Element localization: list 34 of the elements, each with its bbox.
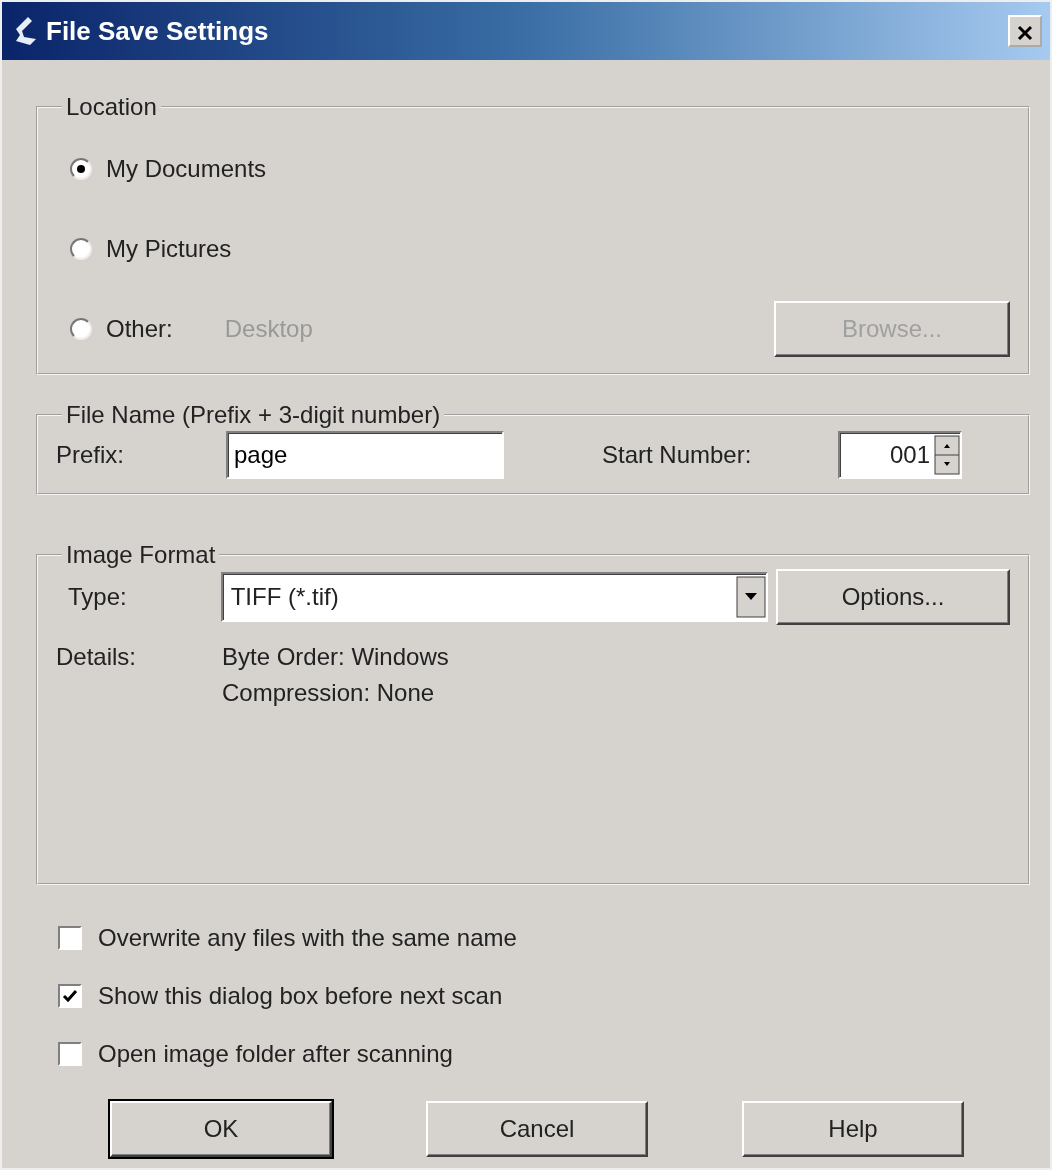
radio-button[interactable] <box>70 158 92 180</box>
spin-arrows-icon <box>934 435 960 475</box>
field-label: Type: <box>67 582 128 612</box>
start-number-spinner[interactable]: 001 <box>838 431 962 479</box>
radio-label[interactable]: My Documents <box>106 151 267 187</box>
radio-label[interactable]: My Pictures <box>106 231 232 267</box>
checkbox-label[interactable]: Overwrite any files with the same name <box>98 920 517 956</box>
detail-text: Compression: None <box>222 678 436 708</box>
group-title: Image Format <box>65 543 217 567</box>
dialog-button[interactable]: Cancel <box>426 1101 648 1157</box>
group-title: Location <box>65 95 158 119</box>
close-icon <box>1016 23 1034 42</box>
close-button[interactable] <box>1008 15 1042 47</box>
type-dropdown[interactable]: TIFF (*.tif) <box>220 572 768 622</box>
field-label: Start Number: <box>602 440 753 470</box>
radio-button[interactable] <box>70 318 92 340</box>
folder-path: Desktop <box>224 314 313 344</box>
options-button[interactable]: Options... <box>776 569 1010 625</box>
checkbox-label[interactable]: Show this dialog box before next scan <box>98 978 503 1014</box>
dialog-button[interactable]: Help <box>742 1101 964 1157</box>
field-label: Prefix: <box>56 440 125 470</box>
radio-button[interactable] <box>70 238 92 260</box>
detail-text: Byte Order: Windows <box>222 642 449 672</box>
prefix-field[interactable]: page <box>226 431 504 479</box>
checkbox[interactable] <box>58 1042 82 1066</box>
window-title: File Save Settings <box>46 14 269 48</box>
checkbox[interactable] <box>58 984 82 1008</box>
checkbox-label[interactable]: Open image folder after scanning <box>98 1036 453 1072</box>
radio-label[interactable]: Other: <box>106 311 173 347</box>
group-title: File Name (Prefix + 3-digit number) <box>65 403 442 427</box>
dialog-button[interactable]: OK <box>110 1101 332 1157</box>
checkbox[interactable] <box>58 926 82 950</box>
field-label: Details: <box>56 642 138 672</box>
check-mark-icon <box>62 988 78 1004</box>
